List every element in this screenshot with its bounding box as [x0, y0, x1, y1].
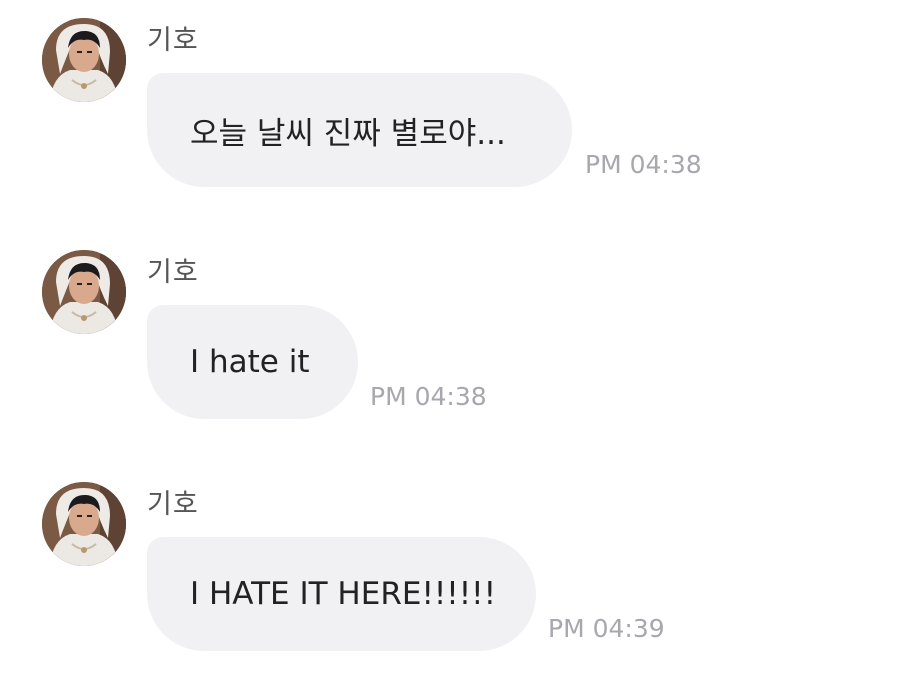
sender-name: 기호 [147, 257, 199, 288]
profile-photo-icon [42, 250, 126, 334]
chat-message-list: 기호 오늘 날씨 진짜 별로야... PM 04:38 기호 I hate it… [0, 0, 914, 680]
avatar[interactable] [42, 482, 126, 566]
message-timestamp: PM 04:38 [585, 150, 702, 179]
message-bubble[interactable]: 오늘 날씨 진짜 별로야... [147, 73, 572, 187]
message-timestamp: PM 04:38 [370, 382, 487, 411]
message-bubble[interactable]: I HATE IT HERE!!!!!! [147, 537, 536, 651]
message-bubble[interactable]: I hate it [147, 305, 358, 419]
message-timestamp: PM 04:39 [548, 614, 665, 643]
avatar[interactable] [42, 250, 126, 334]
profile-photo-icon [42, 18, 126, 102]
profile-photo-icon [42, 482, 126, 566]
avatar[interactable] [42, 18, 126, 102]
sender-name: 기호 [147, 489, 199, 520]
sender-name: 기호 [147, 25, 199, 56]
